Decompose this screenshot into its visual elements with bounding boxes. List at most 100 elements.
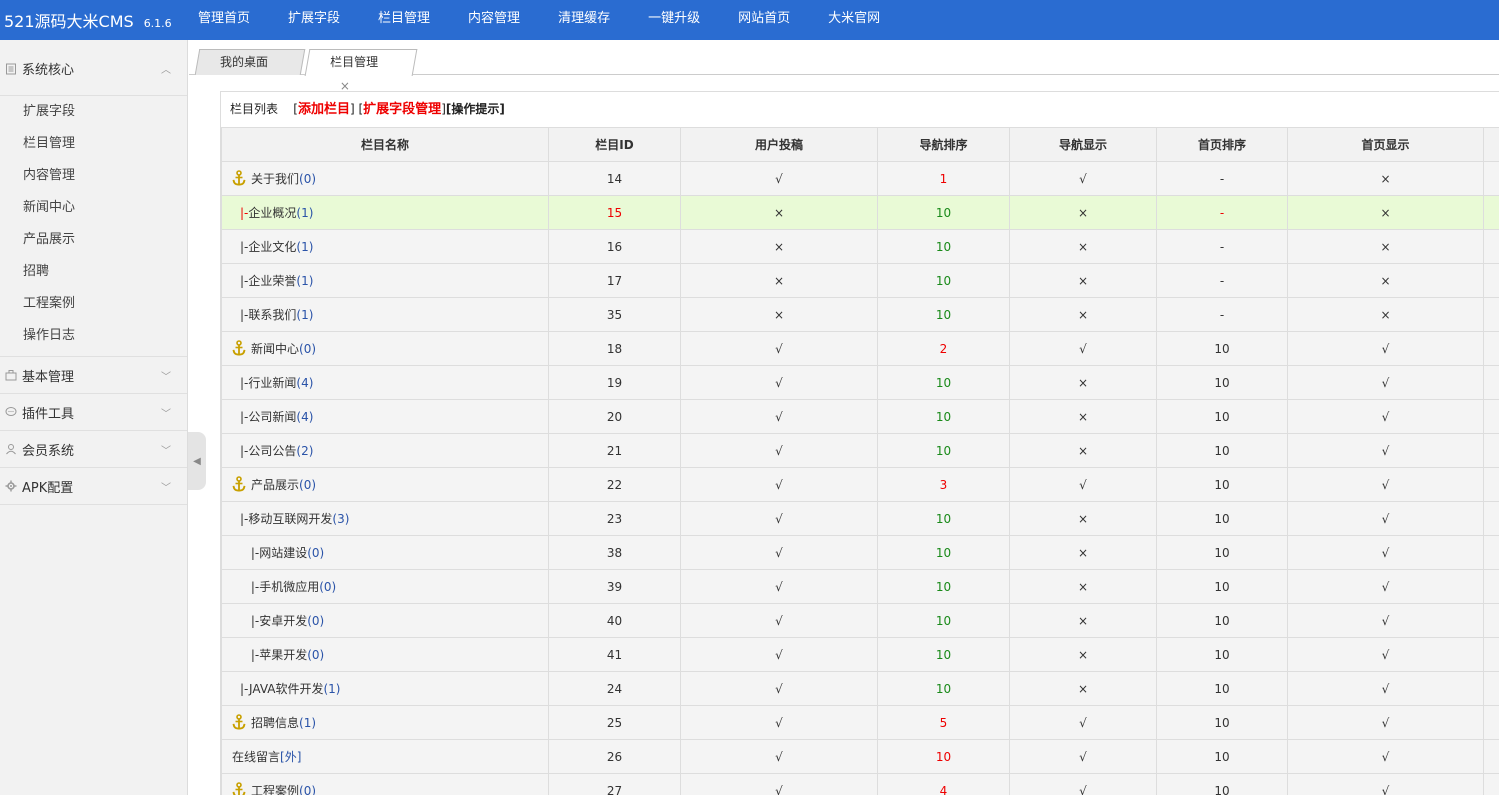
cell-nav-show[interactable]: × xyxy=(1009,263,1157,298)
cell-home-order[interactable]: - xyxy=(1156,195,1288,230)
cell-nav-show[interactable]: × xyxy=(1009,603,1157,638)
table-row[interactable]: |-安卓开发(0) 40 √ 10 × 10 √ xyxy=(221,603,1499,638)
cell-nav-order[interactable]: 10 xyxy=(877,195,1010,230)
table-row[interactable]: |-JAVA软件开发(1) 24 √ 10 × 10 √ xyxy=(221,671,1499,706)
column-name[interactable]: 新闻中心 xyxy=(251,342,299,356)
table-row[interactable]: 在线留言[外] 26 √ 10 √ 10 √ xyxy=(221,739,1499,774)
cell-submit[interactable]: √ xyxy=(680,365,878,400)
column-name[interactable]: 在线留言 xyxy=(232,750,280,764)
column-name[interactable]: 公司公告 xyxy=(248,444,296,458)
cell-home-show[interactable]: √ xyxy=(1287,603,1484,638)
column-name[interactable]: 企业文化 xyxy=(248,240,296,254)
cell-submit[interactable]: √ xyxy=(680,535,878,570)
cell-nav-order[interactable]: 10 xyxy=(877,603,1010,638)
sidebar-item-columns[interactable]: 栏目管理 xyxy=(0,128,187,160)
cell-nav-order[interactable]: 10 xyxy=(877,263,1010,298)
sidebar-item-ext-fields[interactable]: 扩展字段 xyxy=(0,96,187,128)
table-row[interactable]: |-手机微应用(0) 39 √ 10 × 10 √ xyxy=(221,569,1499,604)
cell-nav-order[interactable]: 10 xyxy=(877,365,1010,400)
column-name[interactable]: 关于我们 xyxy=(251,172,299,186)
cell-home-order[interactable]: 10 xyxy=(1156,671,1288,706)
sidebar-group-members[interactable]: 会员系统 ﹀ xyxy=(0,431,187,468)
cell-submit[interactable]: √ xyxy=(680,331,878,366)
cell-home-show[interactable]: × xyxy=(1287,161,1484,196)
cell-home-show[interactable]: √ xyxy=(1287,705,1484,740)
column-name[interactable]: 苹果开发 xyxy=(259,648,307,662)
column-name[interactable]: 工程案例 xyxy=(251,784,299,795)
column-name[interactable]: 招聘信息 xyxy=(251,716,299,730)
table-row[interactable]: |-网站建设(0) 38 √ 10 × 10 √ xyxy=(221,535,1499,570)
cell-nav-show[interactable]: × xyxy=(1009,671,1157,706)
table-row[interactable]: |-联系我们(1) 35 × 10 × - × xyxy=(221,297,1499,332)
column-name[interactable]: 安卓开发 xyxy=(259,614,307,628)
sidebar-item-news[interactable]: 新闻中心 xyxy=(0,192,187,224)
cell-nav-show[interactable]: × xyxy=(1009,501,1157,536)
cell-nav-order[interactable]: 10 xyxy=(877,229,1010,264)
cell-home-order[interactable]: 10 xyxy=(1156,739,1288,774)
cell-home-order[interactable]: 10 xyxy=(1156,535,1288,570)
cell-submit[interactable]: √ xyxy=(680,739,878,774)
cell-home-show[interactable]: √ xyxy=(1287,773,1484,795)
column-name[interactable]: 网站建设 xyxy=(259,546,307,560)
column-name[interactable]: 企业概况 xyxy=(248,206,296,220)
topnav-item-content[interactable]: 内容管理 xyxy=(458,0,540,40)
column-name[interactable]: 企业荣誉 xyxy=(248,274,296,288)
help-tip-link[interactable]: [操作提示] xyxy=(446,102,505,116)
cell-nav-order[interactable]: 10 xyxy=(877,399,1010,434)
cell-home-order[interactable]: 10 xyxy=(1156,433,1288,468)
cell-nav-show[interactable]: √ xyxy=(1009,161,1157,196)
table-row[interactable]: |-公司新闻(4) 20 √ 10 × 10 √ xyxy=(221,399,1499,434)
cell-nav-show[interactable]: × xyxy=(1009,195,1157,230)
column-name[interactable]: 公司新闻 xyxy=(248,410,296,424)
cell-nav-show[interactable]: √ xyxy=(1009,467,1157,502)
cell-nav-order[interactable]: 1 xyxy=(877,161,1010,196)
cell-nav-order[interactable]: 10 xyxy=(877,569,1010,604)
cell-submit[interactable]: √ xyxy=(680,603,878,638)
sidebar-item-content[interactable]: 内容管理 xyxy=(0,160,187,192)
cell-submit[interactable]: √ xyxy=(680,705,878,740)
cell-nav-show[interactable]: √ xyxy=(1009,705,1157,740)
cell-nav-show[interactable]: × xyxy=(1009,433,1157,468)
cell-nav-show[interactable]: √ xyxy=(1009,331,1157,366)
table-row[interactable]: |-企业荣誉(1) 17 × 10 × - × xyxy=(221,263,1499,298)
sidebar-group-apk[interactable]: APK配置 ﹀ xyxy=(0,468,187,505)
cell-home-order[interactable]: 10 xyxy=(1156,399,1288,434)
cell-home-show[interactable]: √ xyxy=(1287,399,1484,434)
cell-home-show[interactable]: √ xyxy=(1287,331,1484,366)
cell-submit[interactable]: √ xyxy=(680,637,878,672)
cell-nav-order[interactable]: 10 xyxy=(877,671,1010,706)
cell-home-order[interactable]: - xyxy=(1156,161,1288,196)
cell-submit[interactable]: √ xyxy=(680,161,878,196)
cell-home-show[interactable]: √ xyxy=(1287,671,1484,706)
cell-submit[interactable]: √ xyxy=(680,467,878,502)
table-row[interactable]: 招聘信息(1) 25 √ 5 √ 10 √ xyxy=(221,705,1499,740)
cell-home-show[interactable]: √ xyxy=(1287,365,1484,400)
cell-nav-order[interactable]: 5 xyxy=(877,705,1010,740)
column-name[interactable]: JAVA软件开发 xyxy=(249,682,323,696)
cell-nav-show[interactable]: √ xyxy=(1009,773,1157,795)
cell-nav-order[interactable]: 10 xyxy=(877,501,1010,536)
cell-nav-show[interactable]: × xyxy=(1009,569,1157,604)
brand[interactable]: 521源码大米CMS 6.1.6 xyxy=(0,8,188,32)
sidebar-group-basic[interactable]: 基本管理 ﹀ xyxy=(0,357,187,394)
cell-home-order[interactable]: 10 xyxy=(1156,569,1288,604)
cell-nav-show[interactable]: × xyxy=(1009,365,1157,400)
table-row[interactable]: |-企业文化(1) 16 × 10 × - × xyxy=(221,229,1499,264)
column-name[interactable]: 产品展示 xyxy=(251,478,299,492)
cell-submit[interactable]: × xyxy=(680,263,878,298)
topnav-item-official[interactable]: 大米官网 xyxy=(818,0,900,40)
table-row[interactable]: 关于我们(0) 14 √ 1 √ - × xyxy=(221,161,1499,196)
cell-nav-show[interactable]: × xyxy=(1009,637,1157,672)
cell-home-order[interactable]: - xyxy=(1156,229,1288,264)
cell-nav-order[interactable]: 10 xyxy=(877,433,1010,468)
cell-home-order[interactable]: 10 xyxy=(1156,603,1288,638)
cell-nav-order[interactable]: 4 xyxy=(877,773,1010,795)
cell-nav-show[interactable]: × xyxy=(1009,297,1157,332)
column-name[interactable]: 联系我们 xyxy=(248,308,296,322)
table-row[interactable]: 新闻中心(0) 18 √ 2 √ 10 √ xyxy=(221,331,1499,366)
sidebar-collapse-handle[interactable]: ◀ xyxy=(188,432,206,490)
cell-submit[interactable]: √ xyxy=(680,399,878,434)
cell-nav-show[interactable]: × xyxy=(1009,535,1157,570)
cell-nav-order[interactable]: 10 xyxy=(877,535,1010,570)
sidebar-item-cases[interactable]: 工程案例 xyxy=(0,288,187,320)
